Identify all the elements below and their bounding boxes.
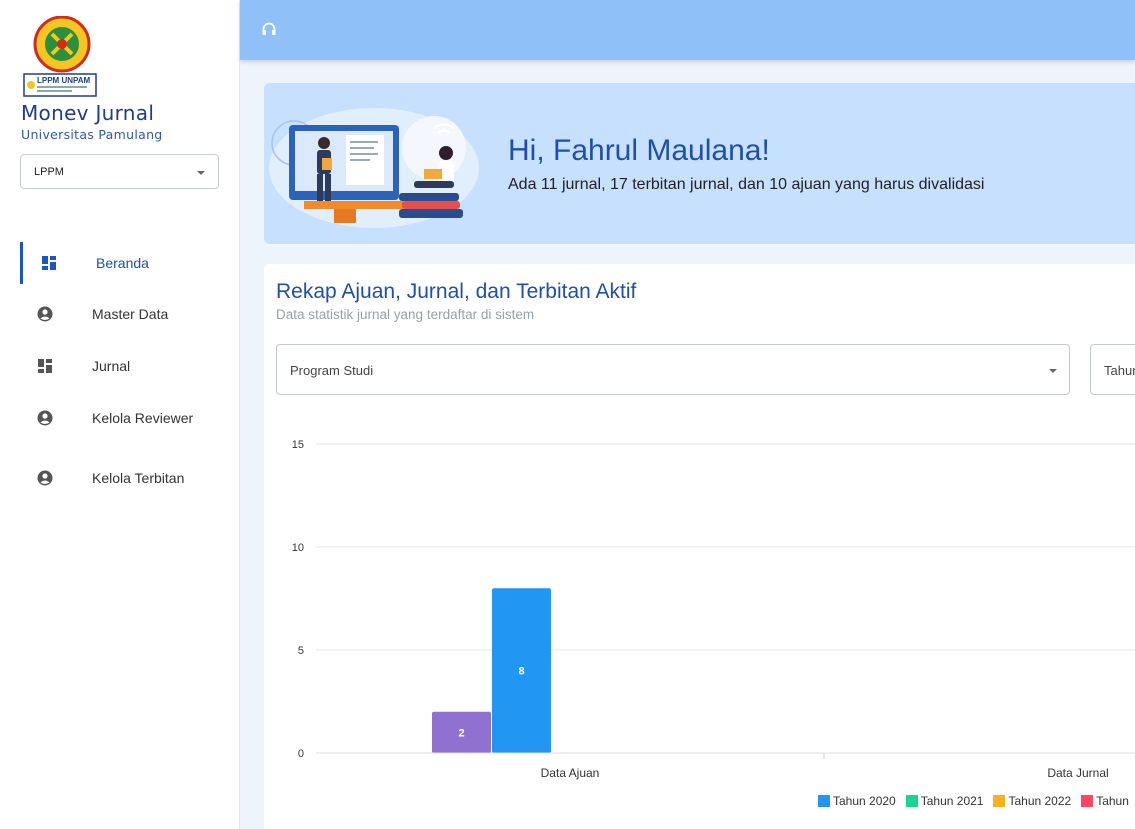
legend-swatch <box>818 795 830 807</box>
card-subtitle: Data statistik jurnal yang terdaftar di … <box>276 307 535 322</box>
role-select[interactable]: LPPM <box>20 154 219 189</box>
legend-item[interactable]: Tahun 2022 <box>993 794 1071 808</box>
legend-label: Tahun <box>1096 794 1129 808</box>
x-tick-label: Data Ajuan <box>541 766 600 780</box>
x-tick-label: Data Jurnal <box>1047 766 1108 780</box>
program-studi-select[interactable]: Program Studi <box>276 344 1070 395</box>
y-tick-label: 15 <box>292 439 304 451</box>
legend-item[interactable]: Tahun 2021 <box>905 794 984 808</box>
tahun-value: Tahun <box>1104 363 1135 378</box>
account-circle-icon <box>37 410 53 426</box>
data-label: 2 <box>458 727 464 739</box>
sidebar-item-label: Kelola Reviewer <box>92 410 194 426</box>
sidebar-item-label: Beranda <box>96 255 149 271</box>
sidebar-item-jurnal[interactable]: Jurnal <box>20 345 240 387</box>
y-tick-label: 0 <box>298 748 304 760</box>
sidebar-item-kelola-reviewer[interactable]: Kelola Reviewer <box>20 397 240 439</box>
bar-chart: 0 5 10 15 Data Ajuan Data Jurnal 2 8 <box>292 439 1135 780</box>
sidebar-item-beranda[interactable]: Beranda <box>20 242 240 284</box>
legend-swatch <box>905 795 918 807</box>
headset-icon[interactable] <box>261 21 277 37</box>
account-circle-icon <box>37 306 53 322</box>
greeting-title: Hi, Fahrul Maulana! <box>508 134 770 167</box>
legend-swatch <box>1081 795 1094 807</box>
app-title: Monev Jurnal <box>21 101 155 125</box>
welcome-illustration <box>269 108 479 228</box>
sidebar-item-kelola-terbitan[interactable]: Kelola Terbitan <box>20 457 240 499</box>
sidebar-item-label: Kelola Terbitan <box>92 470 185 486</box>
role-select-value: LPPM <box>34 166 64 178</box>
data-label: 8 <box>518 666 524 678</box>
account-circle-icon <box>37 470 53 486</box>
sidebar-item-master-data[interactable]: Master Data <box>20 293 240 335</box>
card-title: Rekap Ajuan, Jurnal, dan Terbitan Aktif <box>276 280 637 303</box>
tahun-select[interactable]: Tahun <box>1090 344 1135 395</box>
legend-item[interactable]: Tahun 2020 <box>818 794 896 808</box>
legend-label: Tahun 2020 <box>833 794 896 808</box>
dashboard-icon <box>42 256 56 270</box>
legend-label: Tahun 2021 <box>920 794 984 808</box>
lppm-unpam-logo: LPPM UNPAM <box>23 16 97 97</box>
sidebar: LPPM UNPAM Monev Jurnal Universitas Pamu… <box>0 0 240 829</box>
chevron-down-icon <box>1049 369 1057 373</box>
legend-item[interactable]: Tahun <box>1081 794 1129 808</box>
program-studi-value: Program Studi <box>290 363 374 378</box>
y-tick-label: 10 <box>292 542 304 554</box>
svg-text:LPPM UNPAM: LPPM UNPAM <box>37 76 91 85</box>
top-bar <box>240 0 1135 60</box>
legend-label: Tahun 2022 <box>1008 794 1072 808</box>
welcome-banner: Hi, Fahrul Maulana! Ada 11 jurnal, 17 te… <box>264 83 1135 244</box>
chart-legend: Tahun 2020 Tahun 2021 Tahun 2022 Tahun <box>818 794 1135 808</box>
dashboard-icon <box>38 359 52 373</box>
chevron-down-icon <box>197 171 205 175</box>
sidebar-item-label: Jurnal <box>92 358 131 374</box>
sidebar-item-label: Master Data <box>92 306 169 322</box>
app-subtitle: Universitas Pamulang <box>21 127 163 142</box>
y-tick-label: 5 <box>298 645 304 657</box>
legend-swatch <box>993 795 1006 807</box>
stats-card: Rekap Ajuan, Jurnal, dan Terbitan Aktif … <box>264 264 1135 829</box>
greeting-message: Ada 11 jurnal, 17 terbitan jurnal, dan 1… <box>508 176 985 193</box>
